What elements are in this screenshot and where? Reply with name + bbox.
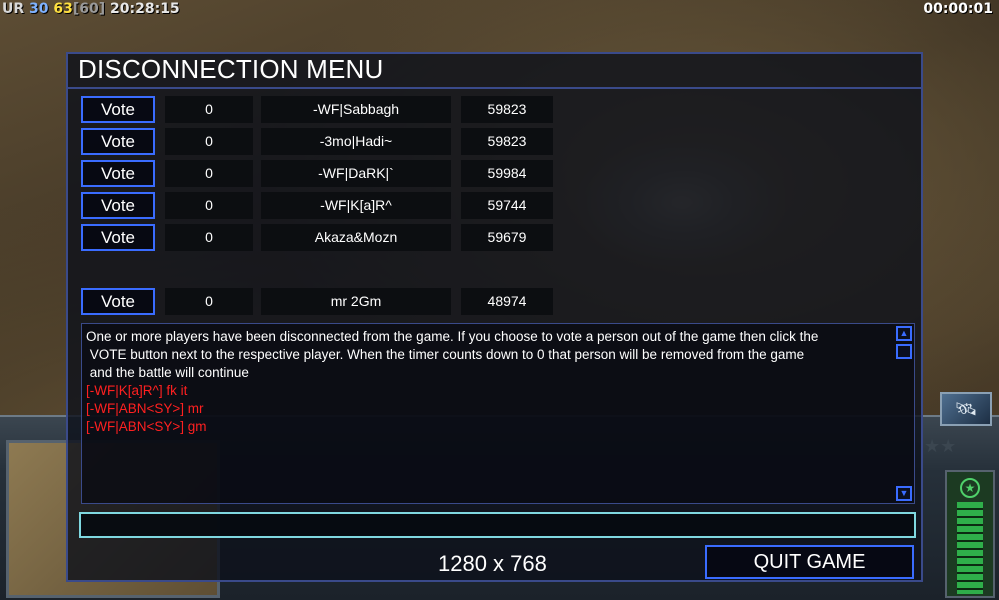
vote-count: 0 bbox=[165, 224, 253, 251]
power-meter-panel: ★ bbox=[945, 470, 995, 598]
player-row: Vote 0 mr 2Gm 48974 bbox=[81, 288, 556, 315]
player-ping: 59823 bbox=[461, 96, 553, 123]
vote-count: 0 bbox=[165, 96, 253, 123]
vote-button[interactable]: Vote bbox=[81, 288, 155, 315]
player-name: -3mo|Hadi~ bbox=[261, 128, 451, 155]
player-name: mr 2Gm bbox=[261, 288, 451, 315]
disconnection-dialog: DISCONNECTION MENU Vote 0 -WF|Sabbagh 59… bbox=[66, 52, 923, 582]
player-row: Vote 0 -WF|K[a]R^ 59744 bbox=[81, 192, 556, 219]
scroll-down-arrow-icon[interactable]: ▼ bbox=[896, 486, 912, 501]
scroll-thumb[interactable] bbox=[896, 344, 912, 359]
vote-button[interactable]: Vote bbox=[81, 128, 155, 155]
vote-button[interactable]: Vote bbox=[81, 160, 155, 187]
rank-badge-icon: ★ bbox=[960, 478, 980, 498]
player-ping: 59679 bbox=[461, 224, 553, 251]
resolution-label: 1280 x 768 bbox=[438, 551, 547, 576]
dialog-title: DISCONNECTION MENU bbox=[78, 54, 384, 84]
info-text-line: and the battle will continue bbox=[86, 365, 249, 380]
vote-count: 0 bbox=[165, 128, 253, 155]
satellite-icon[interactable]: 🛰 bbox=[940, 392, 992, 426]
player-row: Vote 0 -WF|DaRK|` 59984 bbox=[81, 160, 556, 187]
player-name: -WF|DaRK|` bbox=[261, 160, 451, 187]
title-divider bbox=[68, 87, 921, 89]
chat-log[interactable]: One or more players have been disconnect… bbox=[81, 323, 915, 504]
vote-button[interactable]: Vote bbox=[81, 192, 155, 219]
chat-message: [-WF|ABN<SY>] mr bbox=[86, 401, 204, 416]
info-text-line: One or more players have been disconnect… bbox=[86, 329, 819, 344]
power-meter bbox=[957, 502, 983, 594]
player-ping: 59823 bbox=[461, 128, 553, 155]
player-ping: 59984 bbox=[461, 160, 553, 187]
vote-count: 0 bbox=[165, 160, 253, 187]
vote-button[interactable]: Vote bbox=[81, 224, 155, 251]
player-ping: 48974 bbox=[461, 288, 553, 315]
player-name: Akaza&Mozn bbox=[261, 224, 451, 251]
vote-count: 0 bbox=[165, 288, 253, 315]
chat-message: [-WF|ABN<SY>] gm bbox=[86, 419, 207, 434]
chat-log-text: One or more players have been disconnect… bbox=[86, 328, 896, 436]
system-clock: 20:28:15 bbox=[110, 1, 180, 17]
player-row: Vote 0 -WF|Sabbagh 59823 bbox=[81, 96, 556, 123]
scroll-up-arrow-icon[interactable]: ▲ bbox=[896, 326, 912, 341]
vote-count: 0 bbox=[165, 192, 253, 219]
quit-game-button[interactable]: QUIT GAME bbox=[705, 545, 914, 579]
vote-button[interactable]: Vote bbox=[81, 96, 155, 123]
player-name: -WF|K[a]R^ bbox=[261, 192, 451, 219]
fps-current: 30 bbox=[29, 1, 49, 17]
chat-input[interactable] bbox=[79, 512, 916, 538]
ur-label: UR bbox=[2, 1, 25, 17]
game-timer: 00:00:01 bbox=[923, 1, 993, 17]
fps-average: 63 bbox=[53, 1, 73, 17]
rank-star-icon: ★★ bbox=[924, 436, 957, 456]
chat-message: [-WF|K[a]R^] fk it bbox=[86, 383, 188, 398]
player-row: Vote 0 Akaza&Mozn 59679 bbox=[81, 224, 556, 251]
fps-max: [60] bbox=[72, 1, 106, 17]
fps-readout: UR 30 63[60] 20:28:15 bbox=[2, 1, 180, 17]
chat-scrollbar[interactable]: ▲ ▼ bbox=[896, 326, 913, 501]
player-name: -WF|Sabbagh bbox=[261, 96, 451, 123]
player-row: Vote 0 -3mo|Hadi~ 59823 bbox=[81, 128, 556, 155]
player-ping: 59744 bbox=[461, 192, 553, 219]
info-text-line: VOTE button next to the respective playe… bbox=[86, 347, 805, 362]
